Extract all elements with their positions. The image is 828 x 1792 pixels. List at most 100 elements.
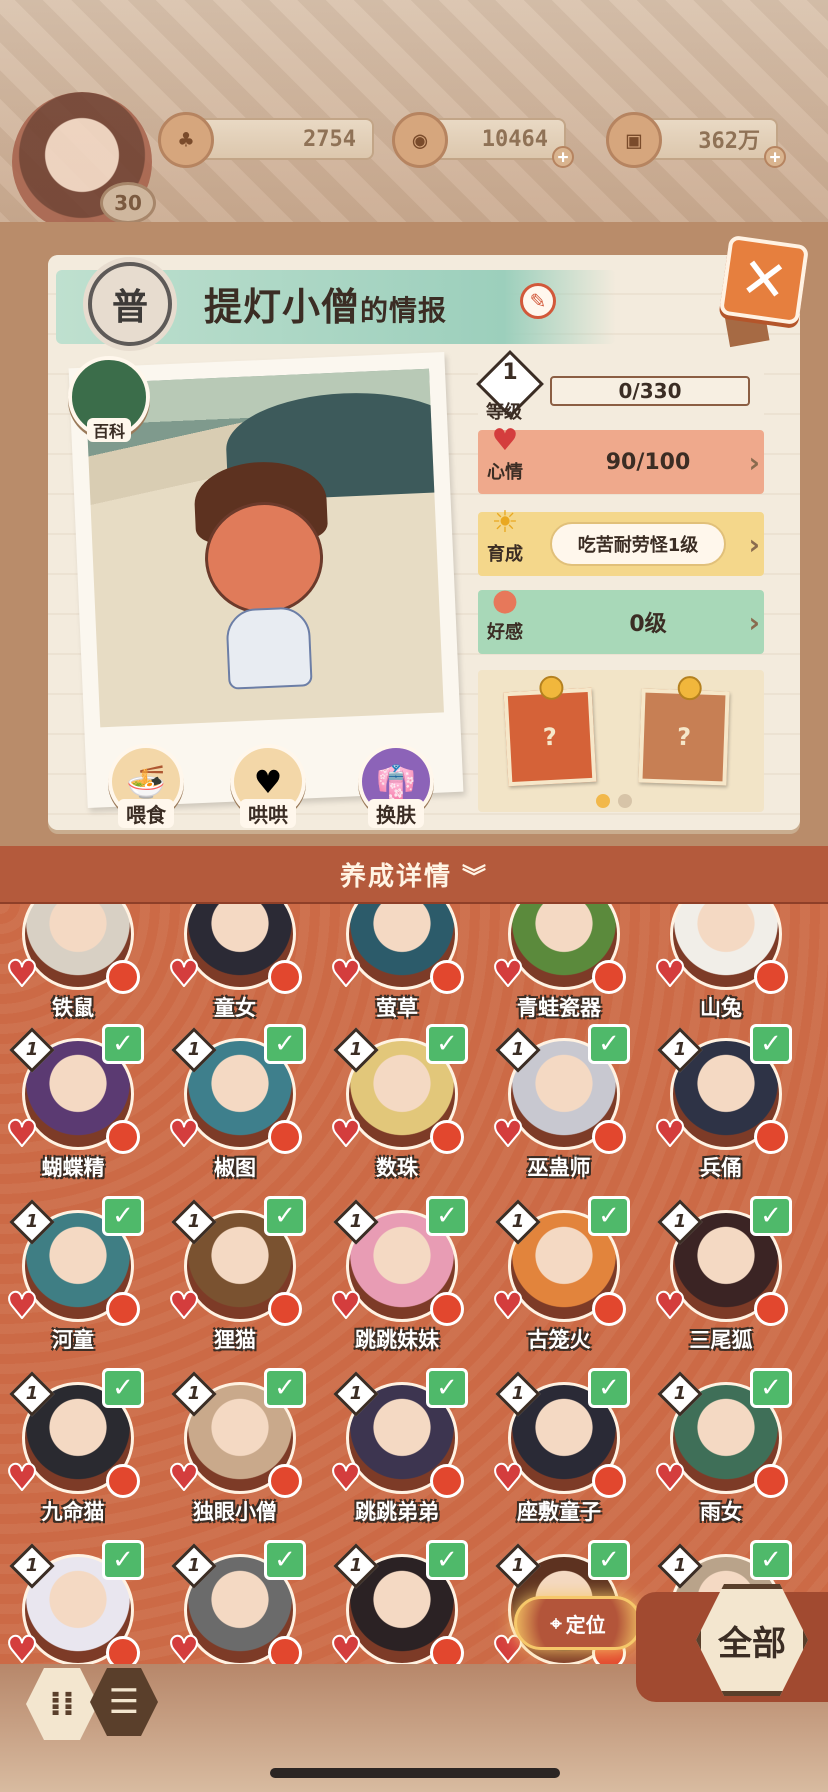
character-cell[interactable]: 1 ✓ ♥ 跳跳妹妹 (324, 1196, 470, 1362)
cultivation-details-label: 养成详情 (339, 861, 452, 892)
checkmark-icon: ✓ (102, 1024, 144, 1064)
notification-dot (430, 1636, 464, 1664)
character-body (225, 606, 313, 690)
character-cell[interactable]: 1 ✓ ♥ 座敷童子 (486, 1368, 632, 1534)
notification-dot (106, 1464, 140, 1498)
chevron-right-icon: › (748, 527, 760, 561)
character-cell[interactable]: 1 ✓ ♥ 独眼小僧 (162, 1368, 308, 1534)
heart-icon: ♥ (167, 1458, 201, 1499)
character-level: 1 (349, 1039, 363, 1060)
feed-label: 喂食 (118, 799, 174, 828)
skin-button[interactable]: 👘 换肤 (354, 744, 438, 828)
character-cell[interactable]: 1 ✓ ♥ 九命猫 (0, 1368, 146, 1534)
character-name: 独眼小僧 (193, 1500, 277, 1524)
character-level: 1 (511, 1555, 525, 1576)
character-cell[interactable]: ♥ 童女 (162, 904, 308, 1030)
edit-name-button[interactable]: ✎ (520, 283, 556, 319)
checkmark-icon: ✓ (750, 1024, 792, 1064)
heart-icon: ♥ (653, 1286, 687, 1327)
character-cell[interactable]: 1 ✓ ♥ 雨女 (648, 1368, 794, 1534)
notification-dot (592, 1464, 626, 1498)
notification-dot (754, 1292, 788, 1326)
resource-stamina-value: 10464 (481, 126, 548, 152)
character-cell[interactable]: 1 ✓ ♥ 巫蛊师 (486, 1024, 632, 1190)
character-cell[interactable]: ♥ 山兔 (648, 904, 794, 1030)
character-cell[interactable]: 1 ✓ ♥ 古笼火 (486, 1196, 632, 1362)
growth-sun-icon: ☀ 育成 (487, 505, 523, 566)
close-button[interactable]: ✕ (718, 234, 810, 326)
checkmark-icon: ✓ (750, 1540, 792, 1580)
character-name: 提灯小僧 (204, 285, 361, 329)
pine-coin-icon: ♣ (158, 112, 214, 168)
heart-icon: ♥ (329, 954, 363, 995)
notification-dot (592, 960, 626, 994)
exp-bar: 0/330 (550, 376, 750, 406)
coax-button[interactable]: ♥ 哄哄 (226, 744, 310, 828)
home-indicator (270, 1768, 560, 1778)
notification-dot (106, 1120, 140, 1154)
locate-label: 定位 (565, 1612, 606, 1637)
notification-dot (430, 1120, 464, 1154)
heart-icon: ♥ (491, 1458, 525, 1499)
notification-dot (106, 1636, 140, 1664)
character-name: 跳跳妹妹 (355, 1328, 439, 1352)
character-cell[interactable]: 1 ✓ ♥ 椒图 (162, 1024, 308, 1190)
resource-jade[interactable]: ♣ 2754 (158, 112, 374, 168)
heart-icon: ♥ (653, 954, 687, 995)
character-cell[interactable]: 1 ✓ ♥ 数珠 (324, 1024, 470, 1190)
notification-dot (754, 960, 788, 994)
character-cell[interactable]: ♥ 萤草 (324, 904, 470, 1030)
heart-icon: ♥ (329, 1114, 363, 1155)
character-cell[interactable]: 1 ✓ ♥ 三尾狐 (648, 1196, 794, 1362)
notification-dot (430, 960, 464, 994)
character-cell[interactable]: 1 ✓ ♥ 河童 (0, 1196, 146, 1362)
character-cell[interactable]: 1 ✓ ♥ 兵俑 (648, 1024, 794, 1190)
mood-row[interactable]: ♥ 心情 90/100 › (478, 426, 764, 494)
wiki-button[interactable]: 百科 (68, 356, 150, 442)
growth-value: 吃苦耐劳怪1级 (550, 522, 726, 566)
character-name: 萤草 (376, 996, 418, 1020)
resource-stamina[interactable]: ◉ 10464 + (392, 112, 574, 168)
affection-label: 好感 (487, 622, 523, 643)
heart-icon: ♥ (5, 1458, 39, 1499)
heart-icon: ♥ (653, 1458, 687, 1499)
heart-icon: ♥ (329, 1458, 363, 1499)
checkmark-icon: ✓ (588, 1368, 630, 1408)
coax-label: 哄哄 (240, 799, 296, 828)
character-name: 跳跳弟弟 (355, 1500, 439, 1524)
character-level: 1 (25, 1039, 39, 1060)
character-cell[interactable]: 1 ✓ ♥ (0, 1540, 146, 1664)
character-cell[interactable]: 1 ✓ ♥ 狸猫 (162, 1196, 308, 1362)
cultivation-details-toggle[interactable]: 养成详情 ︾ (0, 846, 828, 902)
checkmark-icon: ✓ (588, 1024, 630, 1064)
character-cell[interactable]: ♥ 铁鼠 (0, 904, 146, 1030)
character-cell[interactable]: ♥ 青蛙瓷器 (486, 904, 632, 1030)
affection-row[interactable]: ● 好感 0级 › (478, 586, 764, 654)
locate-button[interactable]: ⌖ 定位 (514, 1596, 642, 1650)
growth-row[interactable]: ☀ 育成 吃苦耐劳怪1级 › (478, 508, 764, 576)
level-label: 等级 (486, 402, 522, 423)
checkmark-icon: ✓ (264, 1368, 306, 1408)
reward-card-1[interactable]: ? (503, 675, 597, 787)
checkmark-icon: ✓ (264, 1024, 306, 1064)
page-dot-active (596, 794, 610, 808)
add-stamina-icon[interactable]: + (552, 146, 574, 168)
resource-gold[interactable]: ▣ 362万 + (606, 112, 786, 168)
feed-button[interactable]: 🍜 喂食 (104, 744, 188, 828)
heart-icon: ♥ (653, 1114, 687, 1155)
heart-icon: ♥ (167, 954, 201, 995)
character-name: 河童 (52, 1328, 94, 1352)
character-grid: ♥ 铁鼠 ♥ 童女 ♥ 萤草 ♥ 青蛙瓷器 ♥ 山兔 1 ✓ ♥ 蝴蝶精 1 ✓ ♥ 椒图 1 ✓ ♥ 数珠 1 ✓ ♥ 巫蛊师 1… (0, 904, 828, 1664)
character-name: 山兔 (700, 996, 742, 1020)
reward-card-2[interactable]: ? (638, 675, 730, 786)
checkmark-icon: ✓ (426, 1196, 468, 1236)
heart-icon: ♥ (167, 1286, 201, 1327)
growth-label: 育成 (487, 544, 523, 565)
add-gold-icon[interactable]: + (764, 146, 786, 168)
peach-icon: ● 好感 (487, 583, 523, 644)
character-cell[interactable]: 1 ✓ ♥ (162, 1540, 308, 1664)
chevron-right-icon: › (748, 445, 760, 479)
character-cell[interactable]: 1 ✓ ♥ (324, 1540, 470, 1664)
character-cell[interactable]: 1 ✓ ♥ 蝴蝶精 (0, 1024, 146, 1190)
character-cell[interactable]: 1 ✓ ♥ 跳跳弟弟 (324, 1368, 470, 1534)
